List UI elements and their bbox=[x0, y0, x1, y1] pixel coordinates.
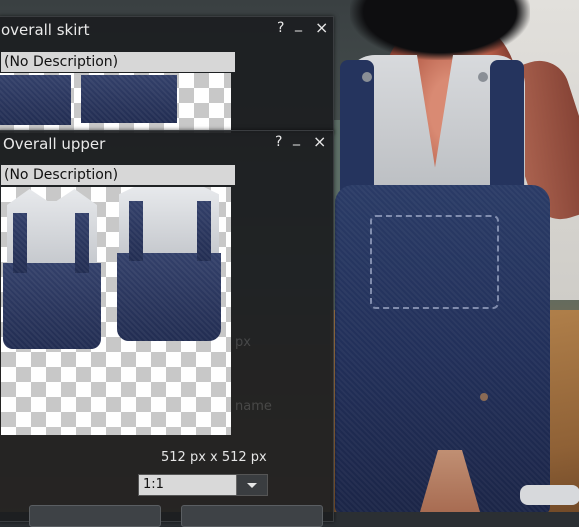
keep-button[interactable] bbox=[29, 505, 161, 527]
texture-image bbox=[0, 73, 231, 133]
avatar-hair bbox=[350, 0, 530, 60]
help-button[interactable]: ? bbox=[277, 20, 284, 36]
description-field[interactable]: (No Description) bbox=[1, 165, 235, 185]
fly-button bbox=[480, 393, 488, 401]
minimize-button[interactable]: _ bbox=[295, 16, 302, 32]
zoom-dropdown[interactable]: 1:1 bbox=[138, 474, 268, 496]
strap-button-right bbox=[478, 72, 488, 82]
texture-preview-floater-skirt[interactable]: overall skirt ? _ × (No Description) bbox=[0, 16, 334, 134]
floater-title: overall skirt bbox=[1, 21, 90, 39]
close-button[interactable]: × bbox=[315, 18, 328, 37]
help-button[interactable]: ? bbox=[275, 134, 282, 150]
chevron-down-icon[interactable] bbox=[236, 475, 267, 495]
texture-preview-floater-upper[interactable]: Overall upper ? _ × (No Description) px … bbox=[0, 130, 334, 527]
faded-background-text: name bbox=[235, 399, 272, 414]
shorts-cuff bbox=[520, 485, 579, 505]
bib-pocket bbox=[370, 215, 499, 309]
floater-title: Overall upper bbox=[3, 135, 106, 153]
zoom-value: 1:1 bbox=[143, 477, 164, 492]
minimize-button[interactable]: _ bbox=[293, 130, 300, 146]
texture-image bbox=[1, 187, 231, 435]
faded-background-text: px bbox=[235, 335, 251, 350]
close-button[interactable]: × bbox=[313, 132, 326, 151]
floater-titlebar[interactable]: Overall upper ? _ × bbox=[0, 130, 333, 157]
strap-button-left bbox=[362, 72, 372, 82]
texture-dimensions: 512 px x 512 px bbox=[161, 450, 267, 465]
description-field[interactable]: (No Description) bbox=[1, 52, 235, 72]
floater-titlebar[interactable]: overall skirt ? _ × bbox=[0, 16, 333, 43]
discard-button[interactable] bbox=[181, 505, 323, 527]
